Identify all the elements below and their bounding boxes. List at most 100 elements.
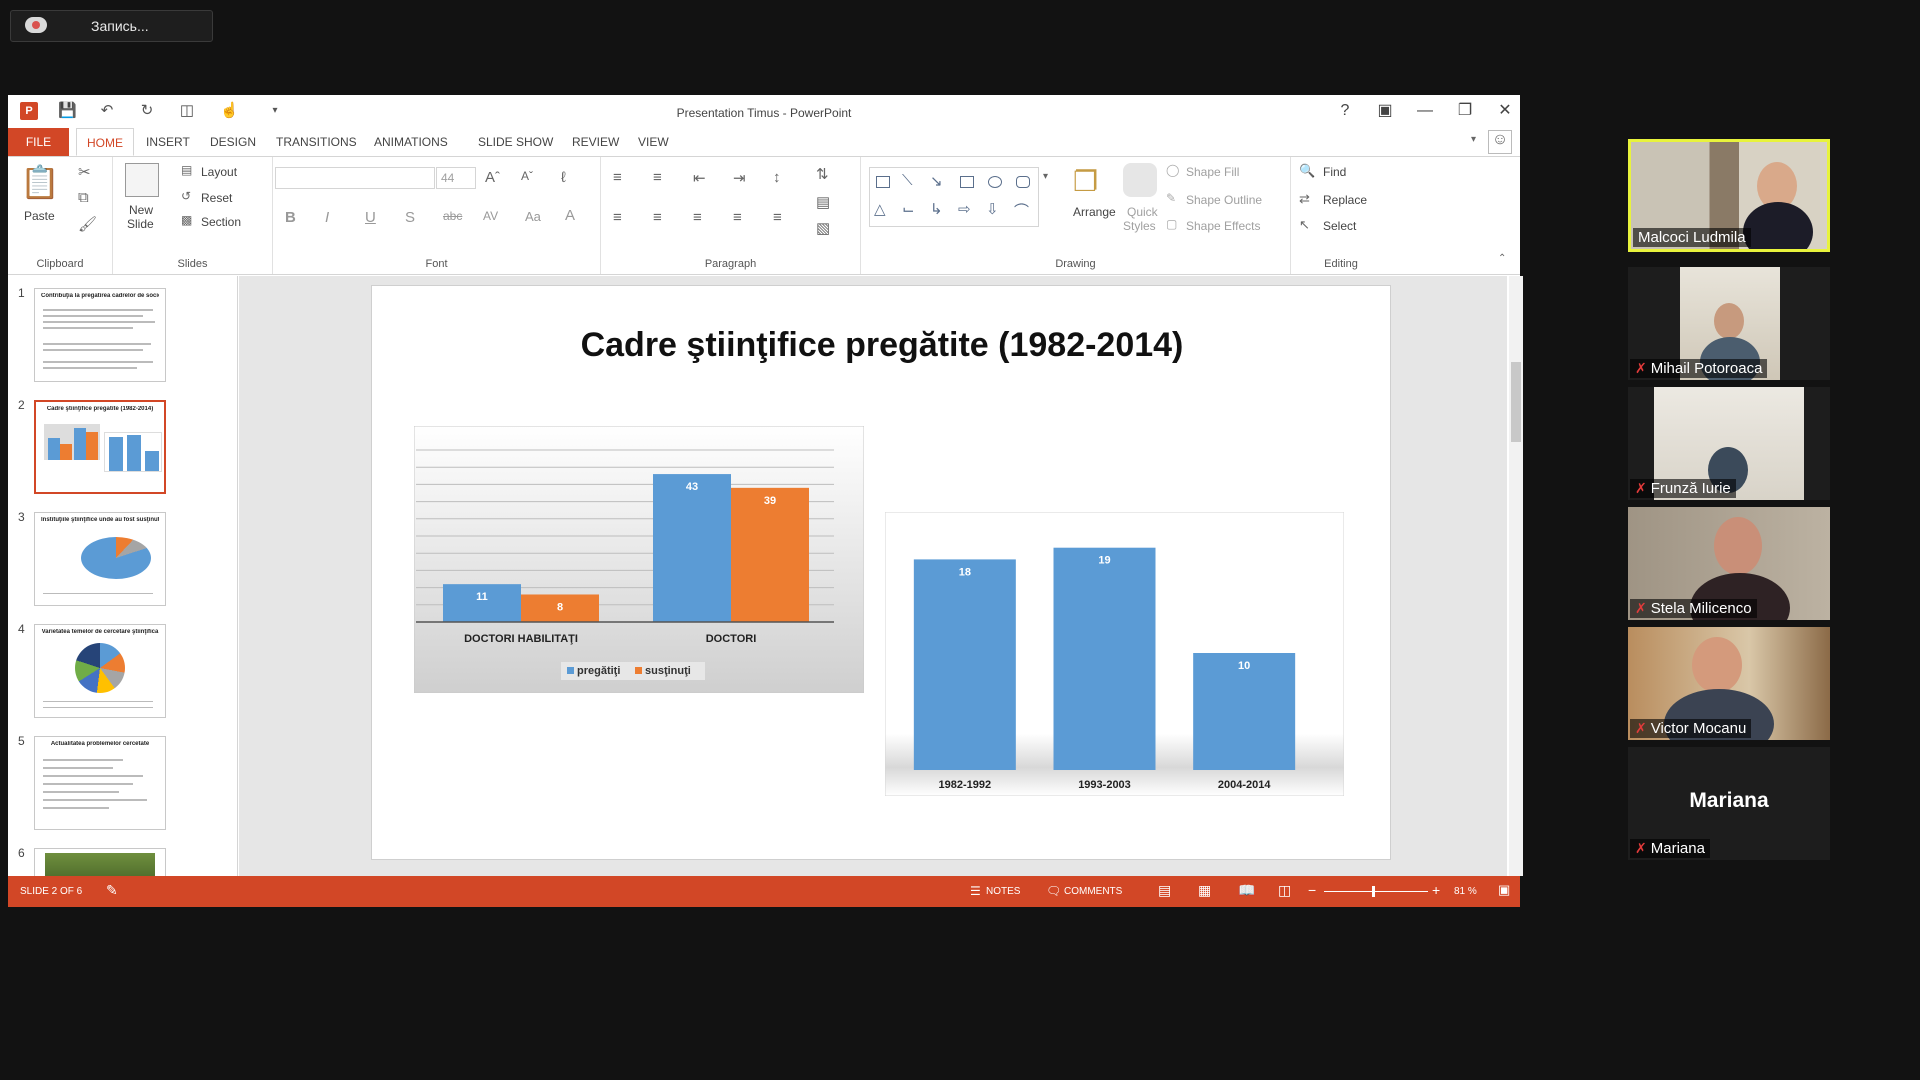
- justify-icon[interactable]: ≡: [733, 209, 742, 226]
- character-spacing-icon[interactable]: AV: [483, 209, 498, 223]
- chevron-down-icon[interactable]: ▾: [1471, 134, 1476, 145]
- quick-styles-icon[interactable]: [1123, 163, 1157, 197]
- strikethrough-icon[interactable]: abc: [443, 209, 462, 223]
- shadow-icon[interactable]: S: [405, 209, 415, 226]
- find-button[interactable]: Find: [1323, 165, 1346, 179]
- change-case-icon[interactable]: Aa: [525, 209, 541, 224]
- shapes-gallery[interactable]: ⟍ ↘ △ ⌙ ↳ ⇨ ⇩ ⌒: [869, 167, 1039, 227]
- align-text-icon[interactable]: ▤: [816, 193, 830, 211]
- arrange-button[interactable]: Arrange: [1073, 205, 1116, 219]
- reset-button[interactable]: Reset: [201, 191, 232, 205]
- arrange-icon[interactable]: ❐: [1073, 165, 1098, 198]
- shape-fill-button[interactable]: Shape Fill: [1186, 165, 1239, 179]
- bullets-icon[interactable]: ≡: [613, 169, 622, 186]
- recording-indicator[interactable]: Запись...: [10, 10, 213, 42]
- close-button[interactable]: ✕: [1490, 100, 1520, 122]
- chart-by-period[interactable]: 18 1982-1992 19 1993-2003 10 2004-2014: [885, 512, 1344, 796]
- shape-effects-button[interactable]: Shape Effects: [1186, 219, 1261, 233]
- slide-sorter-icon[interactable]: ▦: [1198, 882, 1211, 899]
- line-spacing-icon[interactable]: ↕: [773, 169, 781, 186]
- down-arrow-shape-icon[interactable]: ⇩: [986, 200, 999, 218]
- spelling-icon[interactable]: ✎: [106, 882, 118, 899]
- thumbnail-slide-4[interactable]: Varietatea temelor de cercetare ştiinţif…: [34, 624, 166, 718]
- align-right-icon[interactable]: ≡: [693, 209, 702, 226]
- smartart-icon[interactable]: ▧: [816, 219, 830, 237]
- paste-icon[interactable]: 📋: [20, 163, 60, 203]
- help-icon[interactable]: ?: [1330, 100, 1360, 122]
- zoom-level[interactable]: 81 %: [1454, 886, 1477, 897]
- thumbnail-slide-3[interactable]: Instituţiile ştiinţifice unde au fost su…: [34, 512, 166, 606]
- collapse-ribbon-icon[interactable]: ⌃: [1498, 253, 1506, 264]
- font-color-icon[interactable]: A: [565, 207, 575, 224]
- restore-button[interactable]: ❐: [1450, 100, 1480, 122]
- align-left-icon[interactable]: ≡: [613, 209, 622, 226]
- slide-title[interactable]: Cadre ştiinţifice pregătite (1982-2014): [372, 326, 1392, 365]
- underline-icon[interactable]: U: [365, 209, 376, 226]
- italic-icon[interactable]: I: [325, 209, 329, 226]
- increase-indent-icon[interactable]: ⇥: [733, 169, 746, 187]
- new-slide-icon[interactable]: [125, 163, 159, 197]
- grow-font-icon[interactable]: Aˆ: [485, 169, 500, 186]
- oval-shape-icon[interactable]: [988, 176, 1002, 188]
- slide[interactable]: Cadre ştiinţifice pregătite (1982-2014) …: [371, 285, 1391, 860]
- select-button[interactable]: Select: [1323, 219, 1356, 233]
- participant-tile-6[interactable]: Mariana ✗ Mariana: [1628, 747, 1830, 860]
- font-name-box[interactable]: [275, 167, 435, 189]
- quick-styles-label[interactable]: Quick: [1127, 205, 1158, 219]
- shapes-more-icon[interactable]: ▾: [1043, 171, 1048, 182]
- normal-view-icon[interactable]: ▤: [1158, 882, 1171, 899]
- arrow-shape-icon[interactable]: ↘: [930, 172, 943, 190]
- zoom-out-icon[interactable]: −: [1308, 882, 1316, 898]
- reading-view-icon[interactable]: 📖: [1238, 882, 1255, 899]
- copy-icon[interactable]: ⧉: [78, 189, 89, 206]
- decrease-indent-icon[interactable]: ⇤: [693, 169, 706, 187]
- section-button[interactable]: Section: [201, 215, 241, 229]
- line-shape-icon[interactable]: ⟍: [902, 172, 913, 189]
- elbow-connector-icon[interactable]: ⌙: [902, 200, 915, 218]
- tab-slide-show[interactable]: SLIDE SHOW: [468, 128, 563, 156]
- center-icon[interactable]: ≡: [653, 209, 662, 226]
- participant-tile-4[interactable]: ✗ Stela Milicenco: [1628, 507, 1830, 620]
- comments-button[interactable]: COMMENTS: [1064, 886, 1122, 897]
- quick-styles-label-2[interactable]: Styles: [1123, 219, 1156, 233]
- participant-tile-2[interactable]: ✗ Mihail Potoroaca: [1628, 267, 1830, 380]
- ribbon-display-options-icon[interactable]: ▣: [1370, 100, 1400, 122]
- new-slide-label-2[interactable]: Slide: [127, 217, 154, 231]
- columns-icon[interactable]: ≡: [773, 209, 782, 226]
- fit-to-window-icon[interactable]: ▣: [1498, 882, 1510, 898]
- format-painter-icon[interactable]: 🖌: [78, 215, 97, 233]
- thumbnail-slide-1[interactable]: Contribuţia la pregătirea cadrelor de so…: [34, 288, 166, 382]
- zoom-slider[interactable]: [1324, 886, 1428, 897]
- notes-button[interactable]: NOTES: [986, 886, 1020, 897]
- tab-view[interactable]: VIEW: [628, 128, 679, 156]
- cut-icon[interactable]: ✂: [78, 163, 91, 181]
- text-box-shape-icon[interactable]: [876, 176, 890, 188]
- zoom-slider-thumb[interactable]: [1372, 886, 1375, 897]
- tab-insert[interactable]: INSERT: [136, 128, 200, 156]
- slide-show-icon[interactable]: ◫: [1278, 882, 1291, 899]
- thumbnail-slide-6[interactable]: [34, 848, 166, 876]
- thumbnail-slide-2[interactable]: Cadre ştiinţifice pregătite (1982-2014): [34, 400, 166, 494]
- right-arrow-shape-icon[interactable]: ⇨: [958, 200, 971, 218]
- replace-button[interactable]: Replace: [1323, 193, 1367, 207]
- account-icon[interactable]: ☺: [1488, 130, 1512, 154]
- participant-tile-1[interactable]: Malcoci Ludmila: [1628, 139, 1830, 252]
- triangle-shape-icon[interactable]: △: [874, 200, 886, 218]
- shape-outline-button[interactable]: Shape Outline: [1186, 193, 1262, 207]
- tab-review[interactable]: REVIEW: [562, 128, 629, 156]
- shrink-font-icon[interactable]: Aˇ: [521, 169, 533, 183]
- paste-label[interactable]: Paste: [24, 209, 55, 223]
- participant-tile-5[interactable]: ✗ Victor Mocanu: [1628, 627, 1830, 740]
- text-direction-icon[interactable]: ⇅: [816, 165, 829, 183]
- thumbnail-slide-5[interactable]: Actualitatea problemelor cercetate: [34, 736, 166, 830]
- tab-file[interactable]: FILE: [8, 128, 69, 156]
- bold-icon[interactable]: B: [285, 209, 296, 226]
- minimize-button[interactable]: —: [1410, 100, 1440, 122]
- tab-design[interactable]: DESIGN: [200, 128, 266, 156]
- freeform-shape-icon[interactable]: ⌒: [1014, 200, 1029, 221]
- tab-home[interactable]: HOME: [76, 128, 134, 156]
- layout-button[interactable]: Layout: [201, 165, 237, 179]
- elbow-arrow-icon[interactable]: ↳: [930, 200, 943, 218]
- rectangle-shape-icon[interactable]: [960, 176, 974, 188]
- clear-formatting-icon[interactable]: ℓ: [561, 169, 566, 186]
